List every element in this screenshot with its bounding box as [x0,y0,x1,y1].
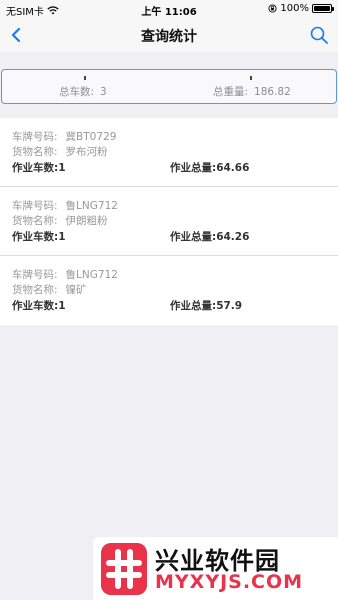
cargo-value: 伊朗粗粉 [65,215,108,227]
plate-label: 车牌号码: [12,269,58,281]
trips-count: 作业车数:1 [12,300,66,312]
list-item[interactable]: 车牌号码: 鲁LNG712 货物名称: 镍矿 作业车数:1 作业总量:57.9 [0,256,338,325]
plate-value: 鲁LNG712 [65,269,118,281]
search-icon[interactable] [306,22,332,48]
watermark-banner: 兴业软件园 MYXYJS.COM [93,537,338,600]
summary-box: 总车数: 3 总重量: 186.82 [1,69,337,104]
trips-count: 作业车数:1 [12,162,66,174]
plate-value: 冀BT0729 [65,131,117,143]
plate-value: 鲁LNG712 [65,200,118,212]
cargo-line: 货物名称: 镍矿 [12,282,87,297]
cargo-value: 镍矿 [65,284,87,296]
total-weight-value: 186.82 [254,86,291,98]
list-item[interactable]: 车牌号码: 冀BT0729 货物名称: 罗布河粉 作业车数:1 作业总量:64.66 [0,118,338,187]
total-amount: 作业总量:64.66 [170,162,250,174]
rotation-lock-icon [268,4,277,13]
battery-fill [314,6,330,11]
cargo-line: 货物名称: 罗布河粉 [12,144,108,159]
total-vehicles-label: 总车数: [59,86,95,98]
cargo-label: 货物名称: [12,146,58,158]
battery-cap [332,7,334,11]
total-vehicles-value: 3 [100,86,107,98]
records-list: 车牌号码: 冀BT0729 货物名称: 罗布河粉 作业车数:1 作业总量:64.66… [0,118,338,325]
status-bar: 无SIM卡 上午 11:06 100% [0,0,338,18]
nav-bar: 查询统计 [0,18,338,52]
status-right: 100% [268,3,334,14]
cargo-line: 货物名称: 伊朗粗粉 [12,213,108,228]
cargo-label: 货物名称: [12,284,58,296]
page-title: 查询统计 [141,29,197,45]
cargo-value: 罗布河粉 [65,146,108,158]
plate-line: 车牌号码: 冀BT0729 [12,129,116,144]
summary-tick [84,76,86,80]
plate-line: 车牌号码: 鲁LNG712 [12,198,118,213]
trips-count: 作业车数:1 [12,231,66,243]
list-item[interactable]: 车牌号码: 鲁LNG712 货物名称: 伊朗粗粉 作业车数:1 作业总量:64.26 [0,187,338,256]
hash-logo-icon [101,543,147,595]
battery-icon [312,4,334,13]
plate-label: 车牌号码: [12,131,58,143]
summary-tick [250,76,252,80]
plate-line: 车牌号码: 鲁LNG712 [12,267,118,282]
total-vehicles: 总车数: 3 [59,84,107,99]
watermark-url: MYXYJS.COM [155,571,304,593]
total-amount: 作业总量:64.26 [170,231,250,243]
battery-percent: 100% [280,3,309,14]
plate-label: 车牌号码: [12,200,58,212]
total-amount: 作业总量:57.9 [170,300,243,312]
total-weight-label: 总重量: [213,86,249,98]
cargo-label: 货物名称: [12,215,58,227]
total-weight: 总重量: 186.82 [213,84,291,99]
